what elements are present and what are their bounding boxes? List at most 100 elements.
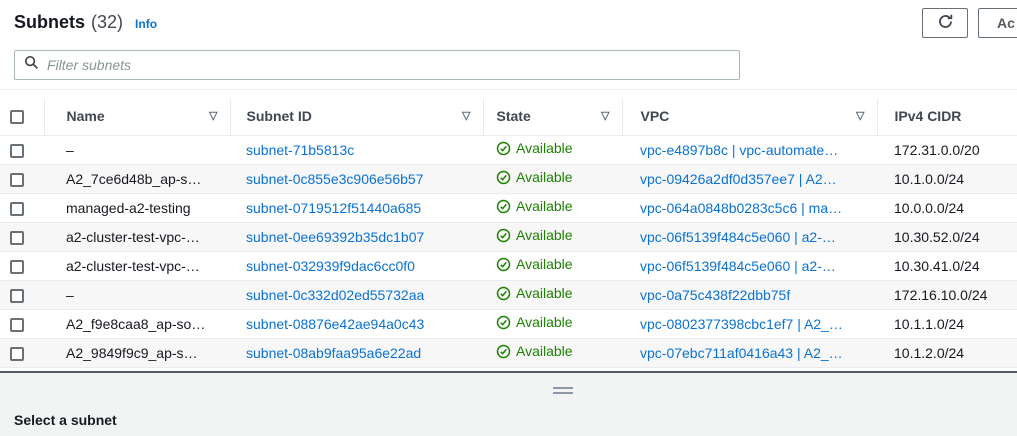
status-badge: Available: [496, 314, 573, 330]
vpc-link[interactable]: vpc-09426a2df0d357ee7 | A2…: [640, 171, 837, 187]
status-badge: Available: [496, 256, 573, 272]
sort-icon: ▽: [209, 111, 217, 122]
name-cell: managed-a2-testing: [44, 193, 230, 222]
row-checkbox[interactable]: [10, 173, 24, 187]
ipv4-cidr-cell: 10.1.2.0/24: [877, 338, 1017, 367]
vpc-link[interactable]: vpc-e4897b8c | vpc-automate…: [640, 142, 838, 158]
column-header-name[interactable]: Name ▽: [44, 98, 230, 135]
name-cell: a2-cluster-test-vpc-…: [44, 222, 230, 251]
vpc-cell: vpc-0a75c438f22dbb75f: [622, 280, 877, 309]
table-row: A2_9849f9c9_ap-s… subnet-08ab9faa95a6e22…: [0, 338, 1017, 367]
column-label: Name: [67, 108, 105, 124]
vpc-cell: vpc-06f5139f484c5e060 | a2-…: [622, 222, 877, 251]
split-panel-drag-handle[interactable]: [553, 387, 573, 397]
subnet-id-link[interactable]: subnet-032939f9dac6cc0f0: [246, 258, 415, 274]
sort-icon: ▽: [462, 111, 470, 122]
subnet-id-cell: subnet-08876e42ae94a0c43: [230, 309, 483, 338]
info-link[interactable]: Info: [135, 17, 157, 31]
row-checkbox[interactable]: [10, 289, 24, 303]
vpc-cell: vpc-064a0848b0283c5c6 | ma…: [622, 193, 877, 222]
row-checkbox[interactable]: [10, 231, 24, 245]
available-check-icon: [496, 257, 511, 272]
status-label: Available: [516, 140, 573, 156]
row-checkbox[interactable]: [10, 202, 24, 216]
row-checkbox[interactable]: [10, 144, 24, 158]
filter-subnets-input[interactable]: [47, 51, 739, 79]
subnet-id-cell: subnet-0719512f51440a685: [230, 193, 483, 222]
subnet-id-link[interactable]: subnet-0ee69392b35dc1b07: [246, 229, 424, 245]
state-cell: Available: [483, 164, 622, 193]
subnet-id-cell: subnet-032939f9dac6cc0f0: [230, 251, 483, 280]
refresh-button[interactable]: [922, 8, 968, 38]
row-select-cell: [0, 280, 44, 309]
state-cell: Available: [483, 251, 622, 280]
status-badge: Available: [496, 343, 573, 359]
row-checkbox[interactable]: [10, 318, 24, 332]
vpc-cell: vpc-07ebc711af0416a43 | A2_…: [622, 338, 877, 367]
column-label: VPC: [641, 108, 670, 124]
row-checkbox[interactable]: [10, 347, 24, 361]
vpc-cell: vpc-06f5139f484c5e060 | a2-…: [622, 251, 877, 280]
subnet-id-link[interactable]: subnet-0c332d02ed55732aa: [246, 287, 424, 303]
status-badge: Available: [496, 169, 573, 185]
row-select-cell: [0, 135, 44, 164]
table-header-row: Name ▽ Subnet ID ▽ State ▽ VPC ▽: [0, 98, 1017, 135]
state-cell: Available: [483, 280, 622, 309]
vpc-link[interactable]: vpc-0a75c438f22dbb75f: [640, 287, 790, 303]
name-cell: a2-cluster-test-vpc-…: [44, 251, 230, 280]
column-header-state[interactable]: State ▽: [483, 98, 622, 135]
page-header: Subnets (32) Info: [14, 12, 157, 33]
vpc-cell: vpc-09426a2df0d357ee7 | A2…: [622, 164, 877, 193]
subnet-id-link[interactable]: subnet-0c855e3c906e56b57: [246, 171, 424, 187]
vpc-link[interactable]: vpc-064a0848b0283c5c6 | ma…: [640, 200, 842, 216]
row-select-cell: [0, 222, 44, 251]
sort-icon: ▽: [601, 111, 609, 122]
filter-container: [14, 50, 740, 80]
column-header-vpc[interactable]: VPC ▽: [622, 98, 877, 135]
subnet-id-link[interactable]: subnet-08876e42ae94a0c43: [246, 316, 424, 332]
vpc-link[interactable]: vpc-07ebc711af0416a43 | A2_…: [640, 345, 843, 361]
status-label: Available: [516, 314, 573, 330]
vpc-link[interactable]: vpc-0802377398cbc1ef7 | A2_…: [640, 316, 843, 332]
available-check-icon: [496, 199, 511, 214]
actions-button-label: Ac: [997, 15, 1015, 31]
search-icon: [24, 55, 39, 75]
subnet-id-cell: subnet-0c332d02ed55732aa: [230, 280, 483, 309]
status-badge: Available: [496, 198, 573, 214]
vpc-cell: vpc-0802377398cbc1ef7 | A2_…: [622, 309, 877, 338]
header-divider: [0, 89, 1017, 90]
resource-count: (32): [91, 12, 123, 33]
subnets-table: Name ▽ Subnet ID ▽ State ▽ VPC ▽: [0, 98, 1017, 368]
row-select-cell: [0, 251, 44, 280]
subnet-id-cell: subnet-71b5813c: [230, 135, 483, 164]
status-badge: Available: [496, 227, 573, 243]
page-title: Subnets: [14, 12, 85, 33]
column-header-subnet-id[interactable]: Subnet ID ▽: [230, 98, 483, 135]
subnet-id-link[interactable]: subnet-71b5813c: [246, 142, 354, 158]
status-label: Available: [516, 343, 573, 359]
available-check-icon: [496, 228, 511, 243]
vpc-link[interactable]: vpc-06f5139f484c5e060 | a2-…: [640, 229, 836, 245]
subnet-id-link[interactable]: subnet-08ab9faa95a6e22ad: [246, 345, 421, 361]
select-all-checkbox[interactable]: [10, 110, 24, 124]
split-panel: Select a subnet: [0, 373, 1017, 436]
state-cell: Available: [483, 222, 622, 251]
name-cell: A2_f9e8caa8_ap-so…: [44, 309, 230, 338]
table-row: a2-cluster-test-vpc-… subnet-032939f9dac…: [0, 251, 1017, 280]
select-all-header: [0, 98, 44, 135]
available-check-icon: [496, 141, 511, 156]
vpc-link[interactable]: vpc-06f5139f484c5e060 | a2-…: [640, 258, 836, 274]
table-row: a2-cluster-test-vpc-… subnet-0ee69392b35…: [0, 222, 1017, 251]
split-panel-title: Select a subnet: [14, 412, 117, 428]
column-header-ipv4-cidr[interactable]: IPv4 CIDR: [877, 98, 1017, 135]
subnet-id-link[interactable]: subnet-0719512f51440a685: [246, 200, 421, 216]
table-row: A2_7ce6d48b_ap-s… subnet-0c855e3c906e56b…: [0, 164, 1017, 193]
ipv4-cidr-cell: 172.16.10.0/24: [877, 280, 1017, 309]
name-cell: A2_9849f9c9_ap-s…: [44, 338, 230, 367]
row-checkbox[interactable]: [10, 260, 24, 274]
table-row: managed-a2-testing subnet-0719512f51440a…: [0, 193, 1017, 222]
column-label: State: [497, 108, 531, 124]
actions-button[interactable]: Ac: [978, 8, 1017, 38]
ipv4-cidr-cell: 10.1.1.0/24: [877, 309, 1017, 338]
state-cell: Available: [483, 309, 622, 338]
